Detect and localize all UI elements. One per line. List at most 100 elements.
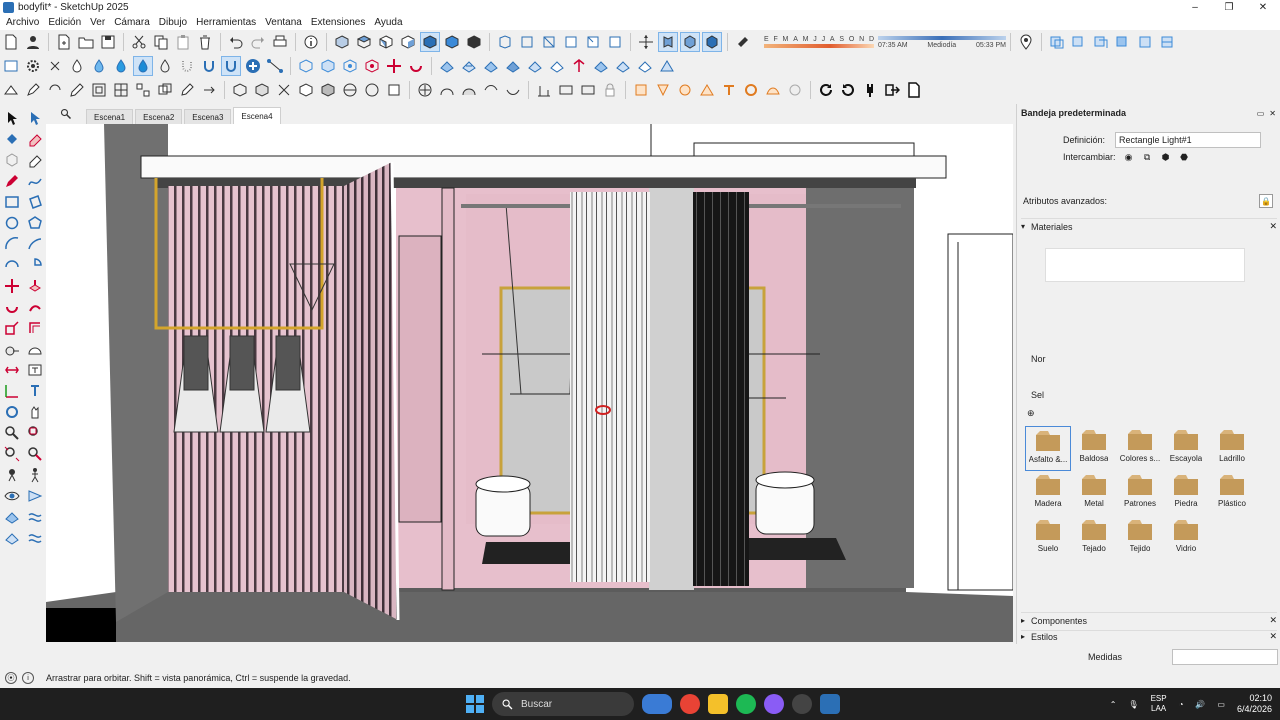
close-button[interactable]: ✕	[1246, 0, 1280, 15]
info-status-icon[interactable]: i	[22, 672, 34, 684]
ext-lock-icon[interactable]	[600, 80, 620, 100]
measurements-input[interactable]	[1172, 649, 1278, 665]
rotated-rectangle-icon[interactable]	[25, 192, 45, 212]
section-fill-icon[interactable]	[1113, 32, 1133, 52]
scale-icon[interactable]	[2, 318, 22, 338]
paint-drop-dark-icon[interactable]	[111, 56, 131, 76]
look-around-icon[interactable]	[702, 32, 722, 52]
pan-hand-icon[interactable]	[25, 402, 45, 422]
ext-plug-icon[interactable]	[860, 80, 880, 100]
rectangle-select-icon[interactable]	[1, 56, 21, 76]
pie-icon[interactable]	[25, 255, 45, 275]
menu-ayuda[interactable]: Ayuda	[374, 17, 402, 28]
pencil-icon[interactable]	[2, 171, 22, 191]
obs-icon[interactable]	[764, 694, 784, 714]
section-tool-icon[interactable]	[1135, 32, 1155, 52]
ext-curve-b-icon[interactable]	[459, 80, 479, 100]
eye-icon[interactable]: ◉	[1122, 150, 1136, 164]
redo-icon[interactable]	[248, 32, 268, 52]
sandbox-tool-c-icon[interactable]	[2, 528, 22, 548]
chrome-icon[interactable]	[680, 694, 700, 714]
magnet-active-icon[interactable]	[221, 56, 241, 76]
component-icon[interactable]	[2, 150, 22, 170]
material-folder[interactable]: Vidrio	[1163, 516, 1209, 561]
volume-icon[interactable]: 🔊	[1195, 700, 1205, 709]
freehand-icon[interactable]	[25, 171, 45, 191]
ext-grid-icon[interactable]	[111, 80, 131, 100]
position-camera-icon[interactable]	[2, 465, 22, 485]
cut-icon[interactable]	[129, 32, 149, 52]
paste-icon[interactable]	[173, 32, 193, 52]
tray-pin-icon[interactable]: ▭	[1257, 109, 1265, 118]
ext-box-b-icon[interactable]	[578, 80, 598, 100]
add-plus-icon[interactable]	[243, 56, 263, 76]
top-view-icon[interactable]	[354, 32, 374, 52]
orbit-camera-icon[interactable]	[636, 32, 656, 52]
magnet-dots-icon[interactable]	[177, 56, 197, 76]
text-3d-icon[interactable]	[25, 381, 45, 401]
front-view-icon[interactable]	[376, 32, 396, 52]
menu-ventana[interactable]: Ventana	[265, 17, 302, 28]
solid-union-icon[interactable]	[296, 56, 316, 76]
sandbox-smoove-icon[interactable]	[481, 56, 501, 76]
menu-dibujo[interactable]: Dibujo	[159, 17, 187, 28]
arc-2pt-icon[interactable]	[25, 234, 45, 254]
material-folder[interactable]: Plástico	[1209, 471, 1255, 516]
line-tool-icon[interactable]	[265, 56, 285, 76]
file-explorer-icon[interactable]	[708, 694, 728, 714]
sandbox-flip-icon[interactable]	[569, 56, 589, 76]
left-view-icon[interactable]	[442, 32, 462, 52]
shadows-toggle-icon[interactable]	[733, 32, 753, 52]
ext-orange-a-icon[interactable]	[631, 80, 651, 100]
copy-icon[interactable]	[151, 32, 171, 52]
ext-orange-b-icon[interactable]	[653, 80, 673, 100]
text-icon[interactable]	[25, 360, 45, 380]
close-x-icon[interactable]	[45, 56, 65, 76]
styles-close-icon[interactable]: ✕	[1269, 631, 1277, 642]
eraser-icon[interactable]	[25, 129, 45, 149]
paint-swap-icon[interactable]: ⬣	[1177, 150, 1191, 164]
ext-array-icon[interactable]	[133, 80, 153, 100]
lock-icon[interactable]: 🔒	[1259, 194, 1273, 208]
ext-align-icon[interactable]	[534, 80, 554, 100]
ext-curve-c-icon[interactable]	[481, 80, 501, 100]
ext-hand-icon[interactable]	[384, 80, 404, 100]
paint-drop-active-icon[interactable]	[133, 56, 153, 76]
definition-field[interactable]: Rectangle Light#1	[1115, 132, 1262, 148]
material-folder[interactable]: Madera	[1025, 471, 1071, 516]
zoom-window-icon[interactable]	[25, 423, 45, 443]
save-icon[interactable]	[98, 32, 118, 52]
arc-3pt-icon[interactable]	[2, 255, 22, 275]
start-windows-icon[interactable]	[466, 695, 484, 713]
scene-search-icon[interactable]	[46, 104, 86, 124]
materials-section-header[interactable]: ▾ Materiales ✕	[1021, 218, 1277, 234]
ext-ball-icon[interactable]	[362, 80, 382, 100]
ext-draw-icon[interactable]	[67, 80, 87, 100]
ext-export-icon[interactable]	[882, 80, 902, 100]
menu-edicion[interactable]: Edición	[48, 17, 81, 28]
zoom-icon[interactable]	[2, 423, 22, 443]
rotate-icon[interactable]	[2, 297, 22, 317]
material-folder[interactable]: Baldosa	[1071, 426, 1117, 471]
select-arrow-icon[interactable]	[2, 108, 22, 128]
back-view-icon[interactable]	[420, 32, 440, 52]
material-folder[interactable]: Piedra	[1163, 471, 1209, 516]
solid-subtract-icon[interactable]	[340, 56, 360, 76]
display-section-icon[interactable]	[1069, 32, 1089, 52]
ext-box-icon[interactable]	[556, 80, 576, 100]
ext-edit-icon[interactable]	[23, 80, 43, 100]
orbit-icon[interactable]	[2, 402, 22, 422]
section-cut-icon[interactable]	[1091, 32, 1111, 52]
gear-icon[interactable]	[23, 56, 43, 76]
ext-sphere-icon[interactable]	[340, 80, 360, 100]
bottom-view-icon[interactable]	[464, 32, 484, 52]
language-indicator[interactable]: ESP LAA	[1151, 694, 1167, 714]
components-close-icon[interactable]: ✕	[1269, 615, 1277, 626]
material-folder[interactable]: Patrones	[1117, 471, 1163, 516]
shaded-icon[interactable]	[583, 32, 603, 52]
chevron-up-icon[interactable]: ⌃	[1110, 700, 1117, 709]
new-model-icon[interactable]	[54, 32, 74, 52]
paint-drop-blue-icon[interactable]	[89, 56, 109, 76]
menu-herramientas[interactable]: Herramientas	[196, 17, 256, 28]
ext-cube-b-icon[interactable]	[252, 80, 272, 100]
